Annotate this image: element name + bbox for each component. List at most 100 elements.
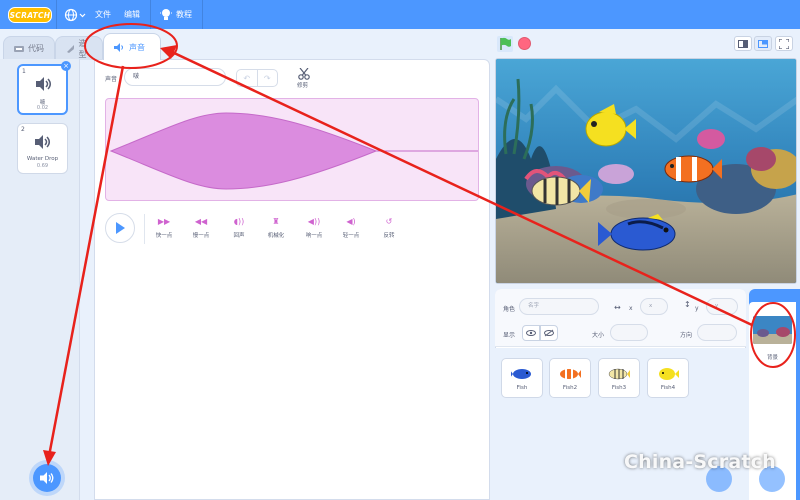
eye-icon (526, 330, 536, 336)
effect-robot-button[interactable]: ♜ 机械化 (261, 217, 291, 239)
brush-icon (67, 44, 75, 53)
menu-tutorials[interactable]: 教程 (176, 9, 192, 20)
tab-code[interactable]: 代码 (3, 36, 55, 60)
fullscreen-button[interactable] (775, 36, 793, 51)
sound-name-field[interactable]: 啵 (124, 68, 226, 86)
show-label: 显示 (503, 332, 516, 339)
effect-louder-button[interactable]: ◀)) 响一点 (299, 217, 329, 239)
stage[interactable] (495, 58, 797, 284)
tab-costumes-label: 造型 (78, 38, 87, 59)
direction-label: 方向 (680, 332, 693, 339)
delete-icon[interactable]: × (61, 61, 71, 71)
tab-sounds[interactable]: 声音 (103, 33, 161, 60)
y-coordinate-field[interactable]: y (706, 298, 738, 315)
effect-label: 响一点 (305, 233, 323, 239)
fullscreen-icon (779, 38, 789, 49)
normal-stage-button[interactable] (754, 36, 772, 51)
effect-label: 慢一点 (192, 233, 210, 239)
backdrop-label: 背景 (766, 355, 778, 361)
hide-sprite-button[interactable] (540, 325, 558, 341)
horizontal-arrows-icon: ↔ (614, 303, 621, 312)
vertical-arrows-icon: ↕ (684, 300, 691, 309)
tab-costumes[interactable]: 造型 (55, 36, 103, 60)
normal-stage-icon (758, 39, 768, 48)
underwater-scene (496, 59, 796, 283)
sound-list: 1 × 啵 0.02 2 Water Drop 0.69 (0, 59, 80, 500)
redo-button[interactable]: ↷ (258, 70, 278, 86)
sprite-name: Fish2 (562, 385, 578, 391)
effect-softer-button[interactable]: ◀) 轻一点 (336, 217, 366, 239)
menu-divider (56, 0, 57, 29)
undo-redo-group: ↶ ↷ (236, 69, 278, 87)
trim-button[interactable] (297, 67, 311, 82)
sound-index: 1 (22, 68, 26, 75)
sound-name-label: 声音 (105, 76, 118, 83)
scratch-logo[interactable]: SCRATCH (8, 7, 52, 23)
sprite-tile[interactable]: Fish4 (647, 358, 689, 398)
redo-icon: ↷ (263, 73, 271, 83)
language-menu[interactable] (64, 8, 86, 22)
direction-field[interactable] (697, 324, 737, 341)
softer-icon: ◀) (346, 217, 356, 226)
add-sound-button[interactable] (33, 464, 61, 492)
effect-label: 快一点 (155, 233, 173, 239)
play-icon (116, 222, 125, 234)
x-coordinate-label: x (629, 305, 633, 312)
waveform-display[interactable] (105, 98, 479, 201)
small-stage-icon (738, 39, 748, 48)
robot-icon: ♜ (272, 217, 280, 226)
trim-label: 修剪 (297, 83, 309, 89)
stop-button[interactable] (518, 37, 531, 50)
sprite-tile[interactable]: Fish (501, 358, 543, 398)
striped-fish-thumbnail (599, 363, 639, 385)
fish-thumbnail (502, 363, 542, 385)
menu-file[interactable]: 文件 (95, 9, 111, 20)
lightbulb-icon (160, 8, 172, 24)
eye-slash-icon (544, 329, 554, 337)
fast-forward-icon: ▶▶ (157, 217, 171, 226)
sprite-tile[interactable]: Fish3 (598, 358, 640, 398)
effect-slower-button[interactable]: ◀◀ 慢一点 (186, 217, 216, 239)
sound-index: 2 (21, 126, 25, 133)
effect-label: 回声 (233, 233, 245, 239)
menu-divider (150, 0, 151, 29)
undo-icon: ↶ (243, 73, 251, 83)
speaker-icon (35, 135, 50, 149)
menu-edit[interactable]: 编辑 (124, 9, 140, 20)
effect-reverse-button[interactable]: ↺ 反转 (374, 217, 404, 239)
code-icon (14, 45, 24, 52)
backdrop-thumbnail[interactable] (753, 316, 792, 344)
undo-button[interactable]: ↶ (237, 70, 258, 86)
sprite-name: Fish (516, 385, 528, 391)
y-coordinate-label: y (695, 305, 699, 312)
effect-faster-button[interactable]: ▶▶ 快一点 (149, 217, 179, 239)
sound-name: Water Drop (26, 156, 59, 162)
small-stage-button[interactable] (734, 36, 752, 51)
sound-tile[interactable]: 1 × 啵 0.02 (17, 61, 71, 115)
sprite-name-field[interactable]: 名字 (519, 298, 599, 315)
watermark: China-Scratch (624, 451, 776, 473)
echo-icon: ◖)) (233, 217, 245, 226)
globe-icon (64, 8, 86, 22)
sprite-name: Fish3 (611, 385, 627, 391)
effect-echo-button[interactable]: ◖)) 回声 (224, 217, 254, 239)
x-coordinate-field[interactable]: x (640, 298, 668, 315)
play-button[interactable] (105, 213, 135, 243)
size-label: 大小 (592, 332, 605, 339)
sound-tile[interactable]: 2 Water Drop 0.69 (17, 123, 68, 174)
green-flag-icon (497, 36, 513, 52)
green-flag-button[interactable] (497, 36, 513, 54)
show-sprite-button[interactable] (522, 325, 540, 341)
menu-bar: SCRATCH 文件 编辑 教程 (0, 0, 800, 29)
louder-icon: ◀)) (307, 217, 321, 226)
sprite-tile[interactable]: Fish2 (549, 358, 591, 398)
waveform (109, 112, 478, 190)
speaker-icon (36, 77, 51, 91)
size-field[interactable] (610, 324, 648, 341)
speaker-icon (114, 42, 123, 52)
reverse-icon: ↺ (385, 217, 393, 226)
scissors-icon (298, 67, 310, 80)
tab-code-label: 代码 (28, 44, 44, 53)
effect-label: 机械化 (267, 233, 285, 239)
divider (144, 214, 145, 244)
